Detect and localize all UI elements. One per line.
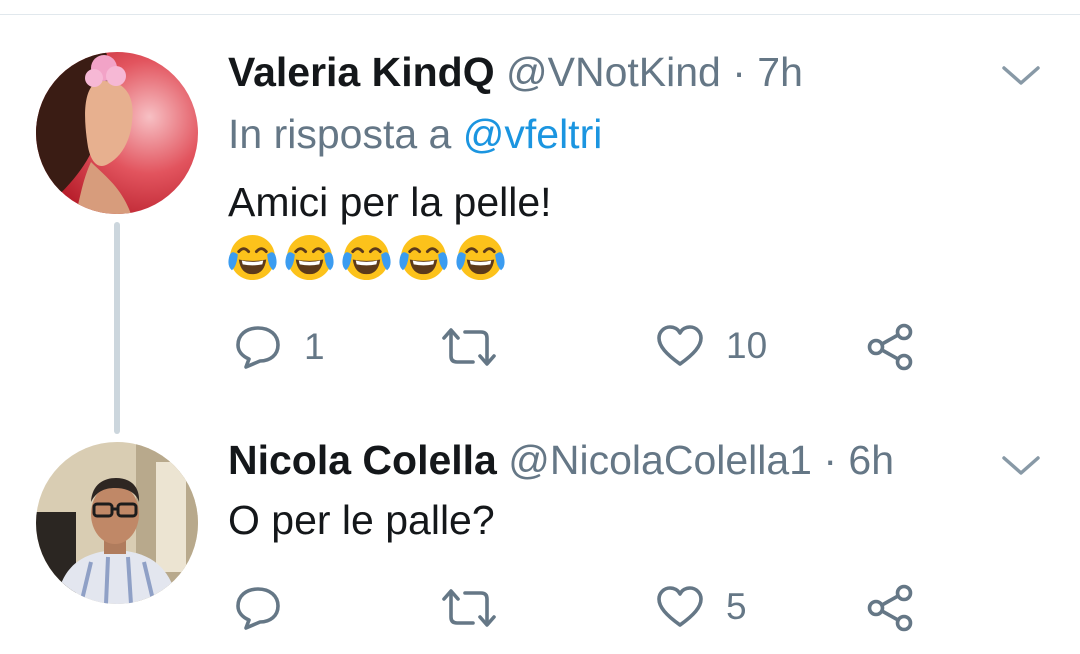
reply-button[interactable]: 1 (234, 324, 325, 370)
author-name[interactable]: Nicola Colella (228, 437, 497, 483)
retweet-icon (442, 328, 496, 366)
like-button[interactable]: 5 (656, 585, 747, 629)
retweet-button[interactable] (440, 326, 520, 368)
author-handle[interactable]: @VNotKind (506, 49, 721, 95)
avatar-valeria[interactable] (36, 52, 198, 214)
reply-icon (236, 326, 280, 369)
reply-count: 1 (304, 326, 325, 367)
reply-context: In risposta a @vfeltri (228, 110, 602, 158)
like-count: 10 (726, 325, 768, 366)
author-name[interactable]: Valeria KindQ (228, 49, 495, 95)
tweet-2-header: Nicola Colella @NicolaColella1 · 6h (228, 436, 894, 484)
face-with-tears-of-joy-icon (456, 234, 505, 281)
reply-icon (236, 587, 280, 630)
share-button[interactable] (866, 583, 916, 633)
face-with-tears-of-joy-icon (342, 234, 391, 281)
reply-mention-link[interactable]: @vfeltri (463, 111, 603, 157)
chevron-down-icon[interactable] (1001, 454, 1041, 478)
top-divider (0, 14, 1080, 15)
reply-button[interactable] (234, 585, 304, 631)
share-icon (867, 584, 913, 632)
share-button[interactable] (866, 322, 916, 372)
avatar-nicola[interactable] (36, 442, 198, 604)
thread-line (114, 222, 120, 434)
tweet-1-header: Valeria KindQ @VNotKind · 7h (228, 48, 803, 96)
emoji-row (228, 233, 505, 282)
author-handle[interactable]: @NicolaColella1 (508, 437, 812, 483)
chevron-down-icon[interactable] (1001, 64, 1041, 88)
reply-prefix: In risposta a (228, 111, 452, 157)
like-count: 5 (726, 586, 747, 627)
retweet-icon (442, 589, 496, 627)
share-icon (867, 323, 913, 371)
tweet-text: Amici per la pelle! (228, 179, 552, 225)
heart-icon (657, 325, 703, 366)
timestamp[interactable]: · 6h (823, 437, 894, 483)
heart-icon (657, 586, 703, 627)
face-with-tears-of-joy-icon (228, 234, 277, 281)
retweet-button[interactable] (440, 587, 520, 629)
face-with-tears-of-joy-icon (399, 234, 448, 281)
timestamp[interactable]: · 7h (732, 49, 803, 95)
face-with-tears-of-joy-icon (285, 234, 334, 281)
tweet-text: O per le palle? (228, 497, 495, 543)
like-button[interactable]: 10 (656, 324, 767, 368)
